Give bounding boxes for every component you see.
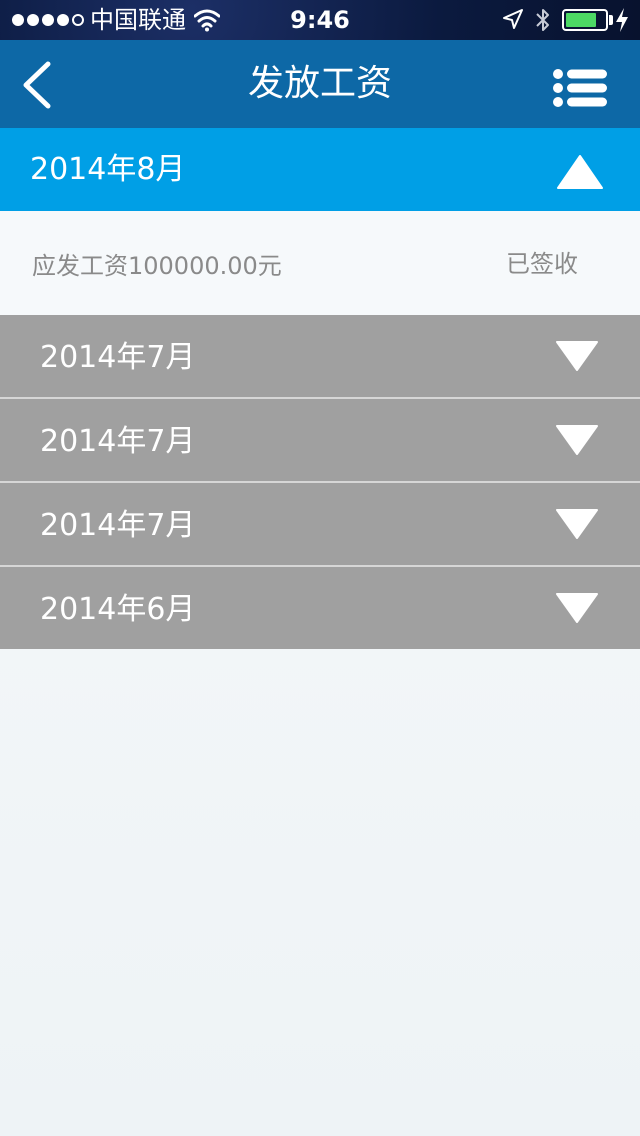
month-list: 2014年7月 2014年7月 2014年7月 2014年6月 [0,315,640,649]
battery-icon [562,9,608,31]
triangle-down-icon [556,593,598,623]
bluetooth-icon [536,9,549,31]
signed-status-text: 已签收 [506,250,578,278]
month-label: 2014年6月 [40,592,196,627]
page-title: 发放工资 [247,63,392,104]
list-menu-icon[interactable] [552,68,612,108]
triangle-down-icon [556,341,598,371]
month-label: 2014年7月 [40,508,196,543]
month-header-expanded[interactable]: 2014年8月 [0,128,640,211]
month-label: 2014年7月 [40,424,196,459]
charging-bolt-icon [616,8,628,32]
triangle-down-icon [556,509,598,539]
month-row[interactable]: 2014年7月 [0,483,640,567]
battery-level-fill [566,13,596,27]
month-row[interactable]: 2014年7月 [0,399,640,483]
salary-detail-row: 应发工资100000.00元 已签收 [0,211,640,315]
salary-amount-text: 应发工资100000.00元 [32,252,282,280]
month-row[interactable]: 2014年7月 [0,315,640,399]
battery-tip [609,15,613,25]
triangle-down-icon [556,425,598,455]
month-label: 2014年7月 [40,340,196,375]
triangle-up-icon [557,155,603,189]
month-label: 2014年8月 [30,152,186,187]
status-bar: 中国联通 9:46 [0,0,640,40]
navigation-bar: 发放工资 [0,40,640,128]
location-arrow-icon [503,9,523,29]
month-row[interactable]: 2014年6月 [0,567,640,649]
